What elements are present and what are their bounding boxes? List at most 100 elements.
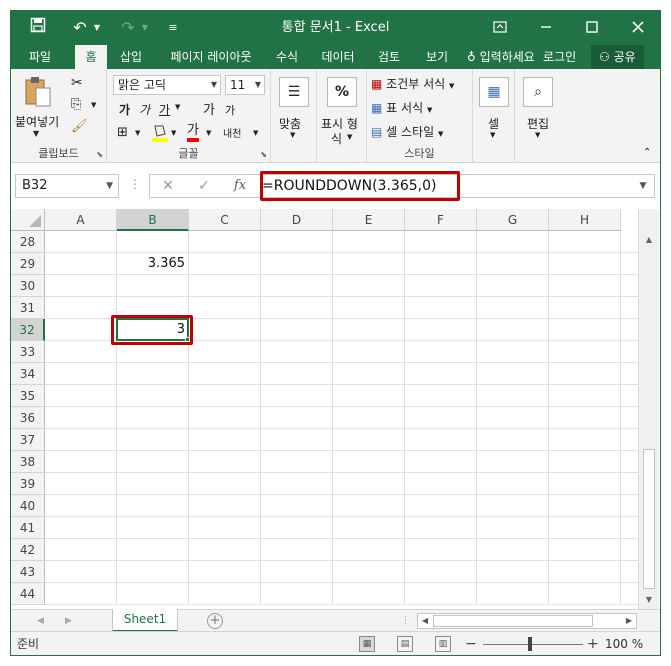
fill-color-icon[interactable] — [151, 123, 169, 145]
sheet-prev-icon[interactable]: ◀ — [37, 610, 44, 632]
font-color-dropdown-icon[interactable]: ▼ — [206, 129, 211, 137]
column-header-f[interactable]: F — [405, 209, 477, 231]
page-layout-view-icon[interactable]: ▤ — [397, 636, 413, 652]
signin-link[interactable]: 로그인 — [543, 45, 576, 69]
row-header-32[interactable]: 32 — [11, 319, 45, 341]
row-header-39[interactable]: 39 — [11, 473, 45, 495]
group-number[interactable]: % 표시 형 식 ▼ — [317, 69, 367, 163]
row-header-42[interactable]: 42 — [11, 539, 45, 561]
row-header-36[interactable]: 36 — [11, 407, 45, 429]
group-cells[interactable]: ▦ 셀 ▼ — [473, 69, 515, 163]
column-header-d[interactable]: D — [261, 209, 333, 231]
format-painter-icon[interactable]: 🖌 — [71, 119, 88, 134]
grow-font-button[interactable]: 가 — [203, 99, 215, 118]
borders-icon[interactable]: ⊞ — [117, 125, 128, 140]
column-header-c[interactable]: C — [189, 209, 261, 231]
font-launcher-icon[interactable]: ⬊ — [260, 150, 267, 159]
zoom-slider-thumb[interactable] — [528, 637, 532, 651]
format-as-table-button[interactable]: ▦ 표 서식 ▼ — [371, 99, 432, 116]
scroll-down-icon[interactable]: ▼ — [639, 591, 659, 609]
row-header-44[interactable]: 44 — [11, 583, 45, 605]
row-header-41[interactable]: 41 — [11, 517, 45, 539]
page-break-view-icon[interactable]: ▥ — [435, 636, 451, 652]
group-editing[interactable]: ⌕ 편집 ▼ — [515, 69, 561, 163]
zoom-in-icon[interactable]: + — [587, 632, 599, 655]
row-header-38[interactable]: 38 — [11, 451, 45, 473]
paste-icon[interactable] — [23, 75, 57, 109]
column-header-b[interactable]: B — [117, 209, 189, 231]
phonetic-guide-button[interactable]: 내천 — [223, 125, 241, 140]
clipboard-launcher-icon[interactable]: ⬊ — [96, 150, 103, 159]
column-header-a[interactable]: A — [45, 209, 117, 231]
insert-function-icon[interactable]: fx — [230, 175, 250, 197]
row-header-30[interactable]: 30 — [11, 275, 45, 297]
paste-dropdown-icon[interactable]: ▼ — [33, 129, 39, 138]
copy-icon[interactable]: ⎘ — [71, 97, 81, 112]
phonetic-dropdown-icon[interactable]: ▼ — [253, 129, 258, 137]
column-header-h[interactable]: H — [549, 209, 621, 231]
vertical-scrollbar[interactable]: ▲ ▼ — [638, 209, 659, 609]
borders-dropdown-icon[interactable]: ▼ — [135, 129, 140, 137]
copy-dropdown-icon[interactable]: ▼ — [91, 101, 96, 109]
row-header-40[interactable]: 40 — [11, 495, 45, 517]
tell-me-box[interactable]: ♁ 입력하세요 — [467, 45, 535, 69]
bold-button[interactable]: 가 — [119, 101, 130, 118]
maximize-icon[interactable] — [577, 11, 607, 45]
scroll-left-icon[interactable]: ◀ — [418, 614, 432, 628]
vertical-scroll-thumb[interactable] — [643, 449, 655, 589]
normal-view-icon[interactable]: ▦ — [359, 636, 375, 652]
cut-icon[interactable]: ✂ — [71, 75, 83, 91]
tab-data[interactable]: 데이터 — [315, 45, 361, 69]
font-size-combo[interactable]: 11 ▼ — [225, 75, 265, 95]
font-color-button[interactable]: 가 — [187, 123, 199, 142]
expand-formula-bar-icon[interactable]: ▼ — [634, 175, 652, 197]
shrink-font-button[interactable]: 가 — [225, 102, 235, 118]
enter-icon[interactable]: ✓ — [194, 175, 214, 197]
select-all-button[interactable] — [11, 209, 45, 231]
zoom-out-icon[interactable]: − — [465, 632, 477, 655]
row-header-37[interactable]: 37 — [11, 429, 45, 451]
tab-formulas[interactable]: 수식 — [267, 45, 307, 69]
tab-split-grip-icon[interactable]: ⋮ — [401, 610, 410, 632]
fill-color-dropdown-icon[interactable]: ▼ — [171, 129, 176, 137]
ribbon-display-icon[interactable] — [485, 11, 515, 45]
underline-button[interactable]: 가 — [159, 101, 170, 118]
row-header-35[interactable]: 35 — [11, 385, 45, 407]
zoom-slider[interactable] — [483, 644, 583, 645]
tab-review[interactable]: 검토 — [369, 45, 409, 69]
scroll-right-icon[interactable]: ▶ — [622, 614, 636, 628]
tab-page-layout[interactable]: 페이지 레이아웃 — [159, 45, 263, 69]
tab-file[interactable]: 파일 — [15, 45, 65, 69]
name-box[interactable]: B32 ▼ — [15, 174, 119, 198]
row-header-33[interactable]: 33 — [11, 341, 45, 363]
tab-home[interactable]: 홈 — [75, 45, 107, 69]
group-alignment[interactable]: ☰ 맞춤 ▼ — [271, 69, 317, 163]
row-header-43[interactable]: 43 — [11, 561, 45, 583]
add-sheet-icon[interactable]: + — [207, 613, 223, 629]
scroll-up-icon[interactable]: ▲ — [639, 231, 659, 249]
cell-styles-button[interactable]: ▤ 셀 스타일 ▼ — [371, 123, 443, 140]
underline-dropdown-icon[interactable]: ▼ — [175, 103, 180, 111]
collapse-ribbon-icon[interactable]: ⌃ — [643, 147, 651, 158]
horizontal-scrollbar[interactable]: ◀ ▶ — [417, 613, 637, 629]
share-button[interactable]: ⚇ 공유 — [591, 45, 644, 69]
horizontal-scroll-thumb[interactable] — [433, 615, 593, 627]
row-header-29[interactable]: 29 — [11, 253, 45, 275]
row-header-34[interactable]: 34 — [11, 363, 45, 385]
tab-insert[interactable]: 삽입 — [111, 45, 151, 69]
sheet-next-icon[interactable]: ▶ — [65, 610, 72, 632]
close-icon[interactable] — [623, 11, 653, 45]
italic-button[interactable]: 가 — [139, 101, 150, 118]
conditional-format-button[interactable]: ▦ 조건부 서식 ▼ — [371, 75, 454, 92]
cell-b29[interactable]: 3.365 — [117, 253, 189, 275]
sheet-tab[interactable]: Sheet1 — [112, 609, 178, 632]
column-header-g[interactable]: G — [477, 209, 549, 231]
row-header-28[interactable]: 28 — [11, 231, 45, 253]
column-header-e[interactable]: E — [333, 209, 405, 231]
zoom-level[interactable]: 100 % — [605, 632, 643, 655]
cancel-icon[interactable]: ✕ — [158, 175, 178, 197]
tab-view[interactable]: 보기 — [417, 45, 457, 69]
minimize-icon[interactable] — [531, 11, 561, 45]
font-name-combo[interactable]: 맑은 고딕 ▼ — [113, 75, 221, 95]
worksheet-grid[interactable]: A B C D E F G H 28 29 30 31 32 33 34 35 36 37 38 39 40 41 42 43… — [11, 209, 660, 609]
